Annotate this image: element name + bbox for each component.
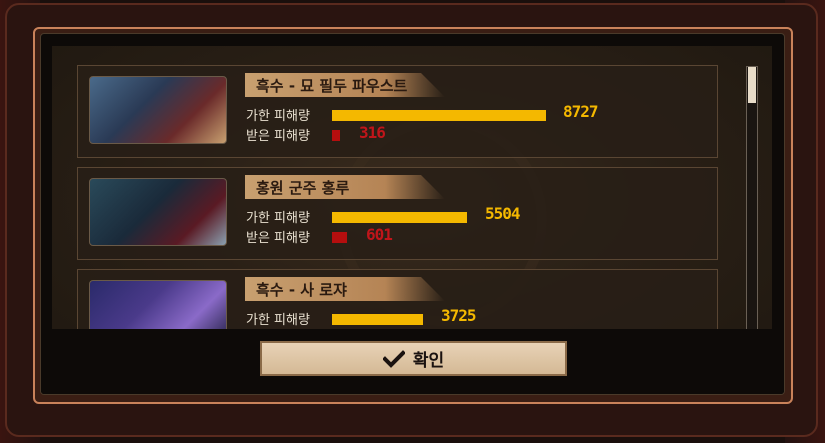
name-tag: 홍원 군주 홍루 — [245, 175, 445, 199]
damage-taken-bar — [332, 130, 340, 141]
damage-dealt-label: 가한 피해량 — [246, 313, 310, 328]
damage-taken-label: 받은 피해량 — [246, 129, 310, 144]
damage-taken-bar — [332, 232, 347, 243]
damage-taken-label: 받은 피해량 — [246, 231, 310, 246]
scrollbar-thumb[interactable] — [748, 67, 756, 103]
list-item: 흑수 - 묘 필두 파우스트 가한 피해량 8727 받은 피해량 316 — [77, 65, 718, 158]
name-tag: 흑수 - 사 로쟈 — [245, 277, 445, 301]
character-name: 흑수 - 사 로쟈 — [256, 281, 347, 299]
list-scrollbar[interactable] — [746, 66, 758, 330]
damage-dealt-bar — [332, 110, 546, 121]
damage-dealt-bar — [332, 212, 467, 223]
character-name: 홍원 군주 홍루 — [256, 179, 350, 197]
damage-dealt-value: 3725 — [441, 306, 477, 325]
check-icon — [382, 349, 405, 368]
damage-taken-value: 316 — [359, 123, 386, 142]
damage-dealt-bar — [332, 314, 423, 325]
damage-dealt-label: 가한 피해량 — [246, 211, 310, 226]
damage-list: 흑수 - 묘 필두 파우스트 가한 피해량 8727 받은 피해량 316 홍원… — [77, 65, 720, 363]
damage-report-dialog: 흑수 - 묘 필두 파우스트 가한 피해량 8727 받은 피해량 316 홍원… — [40, 33, 785, 395]
confirm-button[interactable]: 확인 — [260, 341, 567, 376]
character-portrait — [89, 178, 227, 246]
character-name: 흑수 - 묘 필두 파우스트 — [256, 77, 408, 95]
damage-dealt-value: 5504 — [485, 204, 521, 223]
name-tag: 흑수 - 묘 필두 파우스트 — [245, 73, 445, 97]
damage-dealt-label: 가한 피해량 — [246, 109, 310, 124]
list-item: 홍원 군주 홍루 가한 피해량 5504 받은 피해량 601 — [77, 167, 718, 260]
confirm-label: 확인 — [412, 351, 445, 371]
damage-dealt-value: 8727 — [563, 102, 599, 121]
damage-taken-value: 601 — [366, 225, 393, 244]
character-portrait — [89, 76, 227, 144]
